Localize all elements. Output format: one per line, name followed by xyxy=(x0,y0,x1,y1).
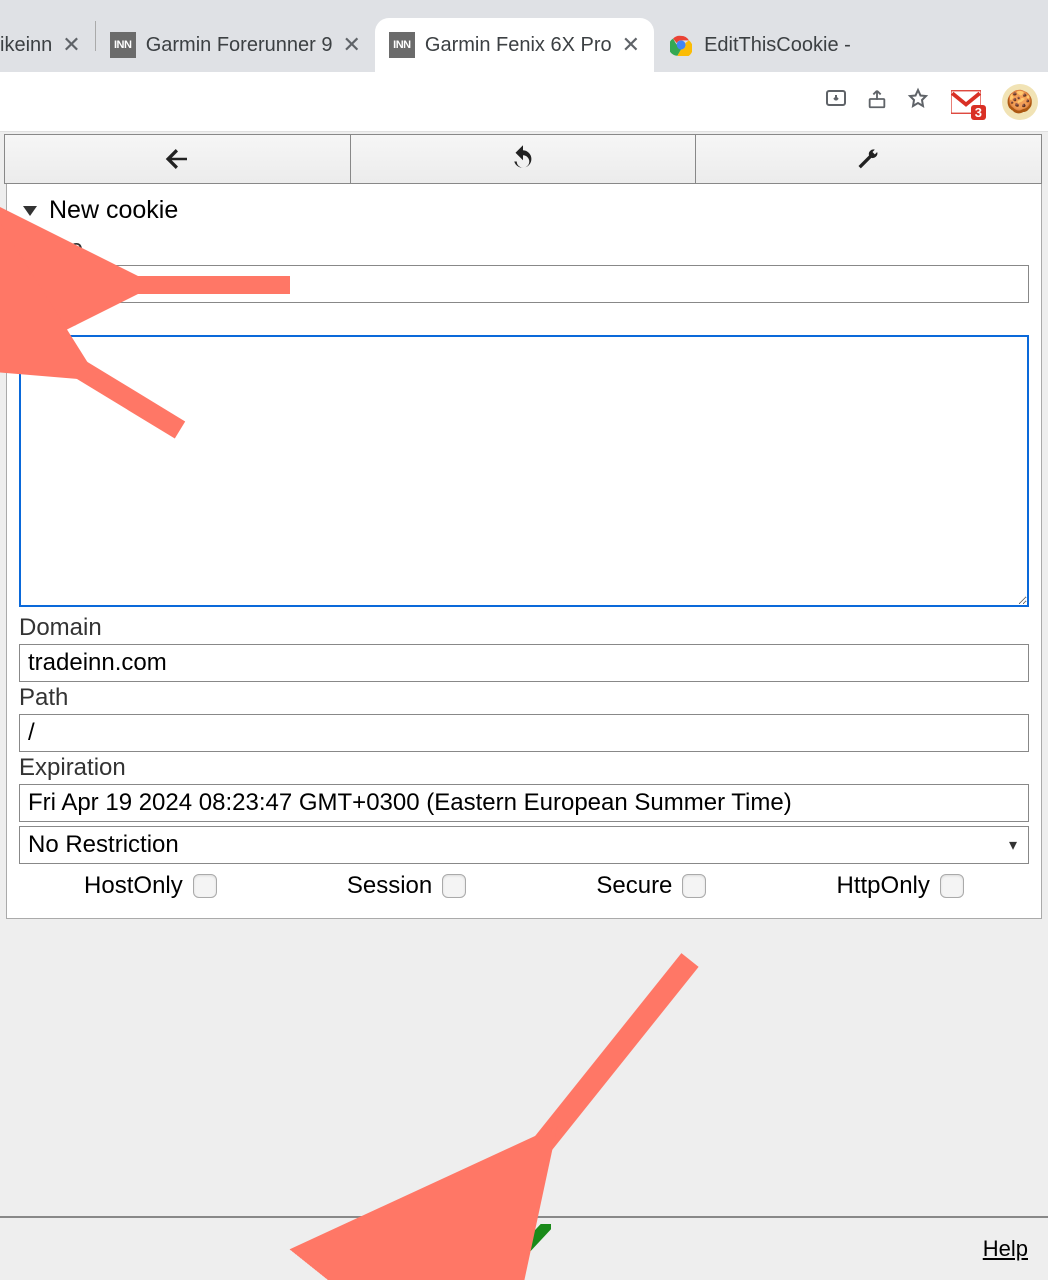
flags-row: HostOnly Session Secure HttpOnly xyxy=(19,872,1029,900)
tab-title: EditThisCookie - xyxy=(704,34,851,57)
browser-toolbar: 3 🍪 xyxy=(0,72,1048,132)
share-icon[interactable] xyxy=(866,87,888,117)
tab-2-active[interactable]: INN Garmin Fenix 6X Pro ✕ xyxy=(375,18,654,72)
gmail-extension-icon[interactable]: 3 xyxy=(948,86,984,118)
close-icon[interactable]: ✕ xyxy=(622,32,640,58)
reset-button[interactable] xyxy=(351,135,697,183)
close-icon[interactable]: ✕ xyxy=(342,32,360,58)
install-pwa-icon[interactable] xyxy=(824,87,848,117)
path-input[interactable] xyxy=(19,714,1029,752)
site-favicon: INN xyxy=(389,32,415,58)
bookmark-star-icon[interactable] xyxy=(906,87,930,117)
extension-toolbar xyxy=(4,134,1042,184)
collapse-caret-icon xyxy=(23,206,37,216)
gmail-unread-badge: 3 xyxy=(971,105,986,120)
back-button[interactable] xyxy=(5,135,351,183)
label-domain: Domain xyxy=(19,614,1029,642)
tab-0[interactable]: ikeinn ✕ xyxy=(0,18,95,72)
tab-title: Garmin Forerunner 9 xyxy=(146,34,333,57)
label-expiration: Expiration xyxy=(19,754,1029,782)
tab-title: ikeinn xyxy=(0,34,52,57)
domain-input[interactable] xyxy=(19,644,1029,682)
browser-tabstrip: ikeinn ✕ INN Garmin Forerunner 9 ✕ INN G… xyxy=(0,0,1048,72)
site-favicon: INN xyxy=(110,32,136,58)
cookie-editor-panel: New cookie Name Value Domain Path Expira… xyxy=(6,184,1042,919)
tab-1[interactable]: INN Garmin Forerunner 9 ✕ xyxy=(96,18,375,72)
help-link[interactable]: Help xyxy=(983,1236,1028,1262)
name-input[interactable] xyxy=(19,265,1029,303)
confirm-button[interactable] xyxy=(497,1224,551,1275)
expiration-input[interactable] xyxy=(19,784,1029,822)
session-checkbox[interactable]: Session xyxy=(347,872,466,900)
section-header[interactable]: New cookie xyxy=(19,192,1029,233)
label-name: Name xyxy=(19,235,1029,263)
annotation-arrow-confirm xyxy=(500,950,720,1195)
chrome-favicon xyxy=(668,32,694,58)
hostonly-checkbox[interactable]: HostOnly xyxy=(84,872,217,900)
label-path: Path xyxy=(19,684,1029,712)
label-value: Value xyxy=(19,305,1029,333)
editthiscookie-extension-icon[interactable]: 🍪 xyxy=(1002,84,1038,120)
restriction-select[interactable] xyxy=(19,826,1029,864)
tab-3[interactable]: EditThisCookie - xyxy=(654,18,865,72)
close-icon[interactable]: ✕ xyxy=(62,32,80,58)
value-textarea[interactable] xyxy=(19,335,1029,607)
secure-checkbox[interactable]: Secure xyxy=(596,872,706,900)
bottom-bar: Help xyxy=(0,1216,1048,1280)
httponly-checkbox[interactable]: HttpOnly xyxy=(837,872,964,900)
settings-button[interactable] xyxy=(696,135,1041,183)
tab-title: Garmin Fenix 6X Pro xyxy=(425,34,612,57)
section-title: New cookie xyxy=(49,196,178,225)
